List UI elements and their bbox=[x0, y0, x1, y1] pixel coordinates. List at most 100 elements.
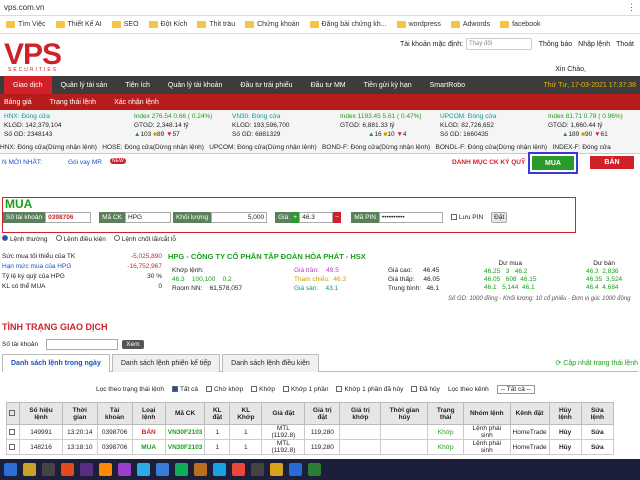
table-cell[interactable]: Hủy bbox=[548, 439, 582, 455]
subnav-order-confirm[interactable]: Xác nhận lệnh bbox=[114, 99, 159, 106]
price-decrease-icon[interactable]: − bbox=[333, 211, 342, 223]
folder-icon bbox=[197, 21, 207, 28]
bookmark-label: Adwords bbox=[462, 21, 491, 28]
bookmark-item[interactable]: facebook bbox=[500, 21, 541, 28]
nav-utilities[interactable]: Tiện ích bbox=[116, 76, 159, 94]
filter-partial[interactable]: Khớp 1 phần bbox=[282, 386, 328, 393]
bookmark-label: wordpress bbox=[408, 21, 441, 28]
app-icon[interactable] bbox=[80, 463, 93, 476]
app-icon[interactable] bbox=[270, 463, 283, 476]
code-field[interactable]: HPG bbox=[125, 211, 172, 223]
filter-all[interactable]: Tất cả bbox=[171, 386, 198, 393]
bookmark-item[interactable]: wordpress bbox=[396, 21, 441, 28]
chrome-icon[interactable] bbox=[232, 463, 245, 476]
buy-button[interactable]: MUA bbox=[528, 152, 578, 174]
subnav-order-status[interactable]: Trạng thái lệnh bbox=[50, 99, 96, 106]
orderbook-sell: Dư bán 46.3 2,836 46.35 3,524 46.4 4,684 bbox=[586, 260, 623, 291]
table-cell[interactable]: Hủy bbox=[548, 424, 582, 440]
table-cell[interactable] bbox=[6, 439, 20, 455]
filter-pending[interactable]: Chờ khớp bbox=[206, 386, 243, 393]
account-select[interactable]: Thay đổi bbox=[466, 38, 532, 50]
sell-button[interactable]: BÁN bbox=[590, 156, 634, 169]
tab-next-session-orders[interactable]: Danh sách lệnh phiên kế tiếp bbox=[111, 353, 221, 372]
nav-bonds[interactable]: Đầu tư trái phiếu bbox=[231, 76, 301, 94]
nav-trading[interactable]: Giao dịch bbox=[4, 76, 52, 94]
hnx-breadth: ▲103 ■89 ▼57 bbox=[134, 131, 180, 138]
browser-url-bar[interactable]: vps.com.vn ⋮ bbox=[0, 0, 640, 16]
column-header: Thời gian hủy bbox=[380, 402, 429, 425]
place-order-button[interactable]: Đặt bbox=[491, 211, 508, 223]
bookmark-item[interactable]: Adwords bbox=[450, 21, 491, 28]
app-icon[interactable] bbox=[61, 463, 74, 476]
app-icon[interactable] bbox=[156, 463, 169, 476]
nav-assets[interactable]: Quản lý tài sản bbox=[52, 76, 117, 94]
table-row[interactable]: 148216 13:18:10 0398706 MUA VN30F2103 1 1 MTL (… bbox=[6, 439, 615, 455]
price-increase-icon[interactable]: + bbox=[291, 211, 300, 223]
bookmark-item[interactable]: Đăng bài chứng kh... bbox=[309, 21, 387, 28]
bookmark-item[interactable]: SEO bbox=[111, 21, 139, 28]
table-cell[interactable]: Sửa bbox=[580, 439, 615, 455]
tab-today-orders[interactable]: Danh sách lệnh trong ngày bbox=[2, 353, 110, 372]
subnav-price-board[interactable]: Bảng giá bbox=[4, 99, 32, 106]
bookmark-label: Đăng bài chứng kh... bbox=[321, 21, 387, 28]
nav-mm[interactable]: Đầu tư MM bbox=[302, 76, 355, 94]
logout-link[interactable]: Thoát bbox=[616, 41, 634, 48]
app-icon[interactable] bbox=[175, 463, 188, 476]
margin-list-link[interactable]: DANH MỤC CK KÝ QUỸ bbox=[452, 159, 525, 166]
bookmark-item[interactable]: Thit träu bbox=[197, 21, 235, 28]
hnx-block: HNX: Đóng cửa KLGD: 142,379,104 Số GD: 2… bbox=[4, 112, 61, 139]
table-cell: 119,280 bbox=[304, 424, 341, 440]
tab-conditional-orders[interactable]: Danh sách lệnh điều kiện bbox=[222, 353, 319, 372]
upcom-gtgd: GTGD: 1,660.44 tỷ bbox=[548, 122, 603, 129]
table-cell[interactable]: Sửa bbox=[580, 424, 615, 440]
table-cell[interactable] bbox=[6, 424, 20, 440]
bookmark-item[interactable]: Thiết Kế AI bbox=[55, 21, 102, 28]
explorer-icon[interactable] bbox=[23, 463, 36, 476]
account-field[interactable]: 0398706 bbox=[45, 211, 92, 223]
match-block: Khớp lệnh: 46.3 100,100 0.2 Room NN: 61,… bbox=[172, 267, 243, 292]
bookmark-item[interactable]: Chứng khoán bbox=[245, 21, 300, 28]
premiere-icon[interactable] bbox=[118, 463, 131, 476]
pin-field[interactable]: •••••••••• bbox=[378, 211, 443, 223]
update-status-link[interactable]: ⟳ Cập nhật trạng thái lệnh bbox=[555, 359, 638, 367]
bookmark-item[interactable]: Tìm Việc bbox=[6, 21, 46, 28]
table-row[interactable]: 149991 13:20:14 0398706 BÁN VN30F2103 1 1 MTL (… bbox=[6, 424, 615, 440]
table-cell: 1 bbox=[229, 439, 263, 455]
filter-partial-cancelled[interactable]: Khớp 1 phần đã hủy bbox=[336, 386, 403, 393]
qty-field[interactable]: 5,000 bbox=[211, 211, 268, 223]
order-entry-link[interactable]: Nhập lệnh bbox=[578, 41, 610, 48]
illustrator-icon[interactable] bbox=[99, 463, 112, 476]
filter-matched[interactable]: Khớp bbox=[251, 386, 275, 393]
table-cell: 119,280 bbox=[304, 439, 341, 455]
app-icon[interactable] bbox=[42, 463, 55, 476]
trade-account-input[interactable] bbox=[46, 339, 119, 350]
app-icon[interactable] bbox=[251, 463, 264, 476]
nav-deposit[interactable]: Tiền gửi kỳ hạn bbox=[355, 76, 421, 94]
nav-account[interactable]: Quản lý tài khoản bbox=[159, 76, 231, 94]
skype-icon[interactable] bbox=[213, 463, 226, 476]
vn30-name: VN30: Đóng cửa bbox=[232, 113, 281, 120]
table-cell: 1 bbox=[204, 439, 231, 455]
column-header: Mã CK bbox=[164, 402, 206, 425]
more-icon[interactable]: ⋮ bbox=[627, 2, 636, 13]
url-text[interactable]: vps.com.vn bbox=[4, 3, 44, 12]
view-button[interactable]: Xem bbox=[122, 340, 144, 349]
photoshop-icon[interactable] bbox=[137, 463, 150, 476]
filter-cancelled[interactable]: Đã hủy bbox=[411, 386, 440, 393]
price-field[interactable]: 46.3 bbox=[299, 211, 334, 223]
news-link[interactable]: Gói vay MR bbox=[68, 159, 102, 166]
radio-conditional-order[interactable]: Lệnh điều kiện bbox=[55, 235, 106, 243]
code-field-label: Mã CK bbox=[99, 211, 126, 223]
radio-stop-order[interactable]: Lệnh chốt lãi/cắt lỗ bbox=[113, 235, 176, 243]
bookmark-item[interactable]: Đột Kích bbox=[148, 21, 188, 28]
radio-normal-order[interactable]: Lệnh thường bbox=[2, 235, 48, 243]
excel-icon[interactable] bbox=[308, 463, 321, 476]
save-pin-checkbox[interactable]: Lưu PIN bbox=[450, 214, 483, 221]
nav-smartrobo[interactable]: SmartRobo bbox=[421, 76, 474, 94]
start-icon[interactable] bbox=[4, 463, 17, 476]
channel-filter-select[interactable]: -- Tất cả -- bbox=[496, 385, 535, 394]
bookmark-label: Đột Kích bbox=[160, 21, 188, 28]
app-icon[interactable] bbox=[194, 463, 207, 476]
word-icon[interactable] bbox=[289, 463, 302, 476]
notification-link[interactable]: Thông báo bbox=[539, 41, 572, 48]
